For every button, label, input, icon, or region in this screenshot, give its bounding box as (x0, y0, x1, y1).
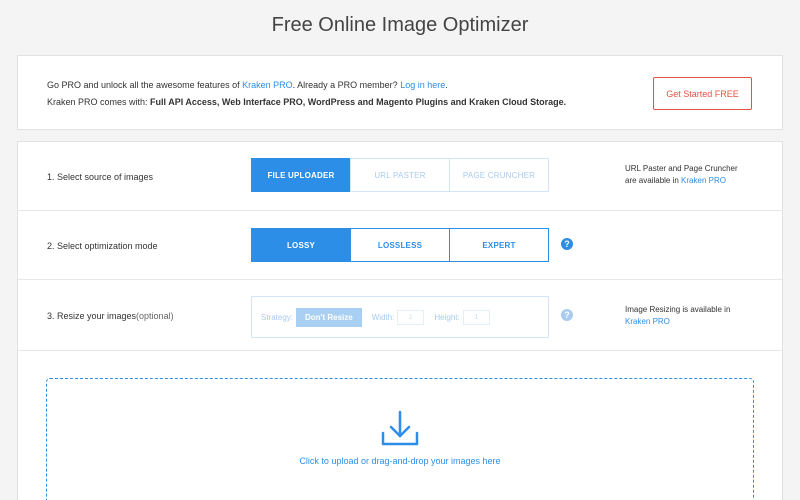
kraken-pro-link[interactable]: Kraken PRO (242, 80, 293, 90)
strategy-select[interactable]: Don't Resize (296, 307, 362, 327)
download-icon (381, 410, 419, 446)
file-uploader-button[interactable]: FILE UPLOADER (251, 158, 351, 192)
source-kraken-pro-link[interactable]: Kraken PRO (681, 176, 726, 185)
get-started-button[interactable]: Get Started FREE (653, 77, 752, 110)
mode-help-icon[interactable]: ? (561, 238, 573, 250)
source-label: 1. Select source of images (47, 171, 154, 182)
login-link[interactable]: Log in here (400, 80, 445, 90)
resize-kraken-pro-link[interactable]: Kraken PRO (625, 316, 730, 328)
url-paster-button[interactable]: URL PASTER (350, 158, 450, 192)
source-row: 1. Select source of images FILE UPLOADER… (18, 142, 782, 211)
promo-line-2: Kraken PRO comes with: Full API Access, … (47, 97, 567, 107)
resize-pro-note: Image Resizing is available in Kraken PR… (625, 305, 731, 328)
mode-selector: LOSSY LOSSLESS EXPERT (251, 228, 549, 262)
resize-row: 3. Resize your images (optional) Strateg… (18, 280, 782, 351)
width-label: Width: (371, 312, 395, 322)
page-title: Free Online Image Optimizer (271, 14, 529, 36)
mode-label: 2. Select optimization mode (47, 240, 158, 251)
height-label: Height: (434, 312, 460, 322)
source-selector: FILE UPLOADER URL PASTER PAGE CRUNCHER (251, 158, 549, 192)
height-input[interactable]: 1 (462, 309, 490, 325)
lossy-button[interactable]: LOSSY (251, 228, 351, 262)
strategy-label: Strategy: (261, 312, 294, 322)
upload-dropzone[interactable]: Click to upload or drag-and-drop your im… (46, 378, 754, 500)
promo-line-1: Go PRO and unlock all the awesome featur… (47, 80, 448, 90)
resize-help-icon[interactable]: ? (561, 309, 573, 321)
resize-label: 3. Resize your images (optional) (47, 310, 174, 321)
source-pro-note: URL Paster and Page Cruncher are availab… (625, 164, 738, 185)
promo-banner: Go PRO and unlock all the awesome featur… (17, 55, 783, 130)
upload-instructions: Click to upload or drag-and-drop your im… (299, 456, 501, 466)
optimizer-panel: 1. Select source of images FILE UPLOADER… (17, 141, 783, 500)
lossless-button[interactable]: LOSSLESS (350, 228, 450, 262)
resize-controls: Strategy: Don't Resize Width: 1 Height: … (251, 296, 549, 338)
page-cruncher-button[interactable]: PAGE CRUNCHER (449, 158, 549, 192)
mode-row: 2. Select optimization mode LOSSY LOSSLE… (18, 211, 782, 280)
width-input[interactable]: 1 (397, 309, 425, 325)
expert-button[interactable]: EXPERT (449, 228, 549, 262)
